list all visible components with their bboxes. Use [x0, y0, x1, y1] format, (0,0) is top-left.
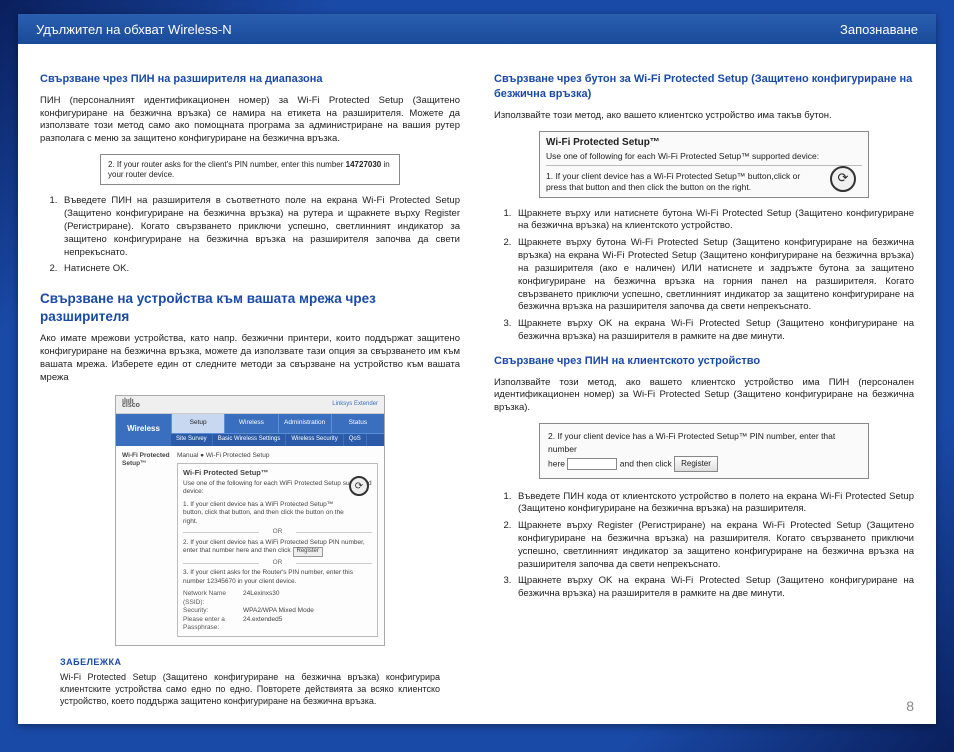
- net-name-label: Network Name (SSID):: [183, 590, 243, 607]
- figure-wps-box: Wi-Fi Protected Setup™ Use one of follow…: [539, 131, 869, 198]
- list-item: Щракнете върху Register (Регистриране) н…: [514, 520, 914, 571]
- security-label: Security:: [183, 607, 243, 615]
- header-left: Удължител на обхват Wireless-N: [36, 22, 232, 37]
- wps-section: Wi-Fi Protected Setup™ Use one of the fo…: [177, 463, 378, 637]
- cisco-logo: ılıılıcisco: [122, 400, 140, 408]
- note-text: Wi-Fi Protected Setup (Защитено конфигур…: [60, 671, 440, 707]
- or-divider: OR: [183, 559, 372, 567]
- list-item: Щракнете върху OK на екрана Wi-Fi Protec…: [514, 575, 914, 601]
- right-ol1: Щракнете върху или натиснете бутона Wi-F…: [494, 208, 914, 344]
- wps-line2: 2. If your client device has a WiFi Prot…: [183, 539, 372, 557]
- router-topbar: ılıılıcisco Linksys Extender: [116, 396, 384, 414]
- tab-side-label: Wireless: [116, 414, 171, 446]
- register-button: Register: [293, 547, 323, 557]
- header-right: Запознаване: [840, 22, 918, 37]
- register-button[interactable]: Register: [674, 456, 718, 472]
- fig-pin-line1: 2. If your client device has a Wi-Fi Pro…: [548, 431, 835, 454]
- tab-status: Status: [331, 414, 384, 433]
- wps-button-icon: ⟳: [830, 166, 856, 192]
- list-item: Въведете ПИН кода от клиентското устройс…: [514, 491, 914, 517]
- fig-pin-here: here: [548, 458, 565, 468]
- subtab: Site Survey: [171, 434, 213, 446]
- list-item: Натиснете OK.: [60, 263, 460, 276]
- right-ol2: Въведете ПИН кода от клиентското устройс…: [494, 491, 914, 602]
- right-sec1-para: Използвайте този метод, ако вашето клиен…: [494, 110, 914, 123]
- wps-line1: 1. If your client device has a WiFi Prot…: [183, 501, 372, 526]
- figure-router-ui: ılıılıcisco Linksys Extender Wireless Se…: [115, 395, 385, 647]
- subtab: Basic Wireless Settings: [213, 434, 287, 446]
- wps-line3: 3. If your client asks for the Router's …: [183, 569, 372, 586]
- subtab: Wireless Security: [286, 434, 343, 446]
- tab-setup: Setup: [171, 414, 224, 433]
- list-item: Щракнете върху или натиснете бутона Wi-F…: [514, 208, 914, 234]
- right-sec2-title: Свързване чрез ПИН на клиентското устрой…: [494, 354, 914, 369]
- left-column: Свързване чрез ПИН на разширителя на диа…: [40, 72, 460, 707]
- pin-input[interactable]: [567, 458, 617, 470]
- passphrase-label: Please enter a Passphrase:: [183, 616, 243, 633]
- wps-title: Wi-Fi Protected Setup™: [183, 468, 372, 478]
- wps-button-icon: ⟳: [349, 476, 369, 496]
- tab-wireless: Wireless: [224, 414, 277, 433]
- page-number: 8: [906, 698, 914, 714]
- left-sec1-title: Свързване чрез ПИН на разширителя на диа…: [40, 72, 460, 87]
- right-sec2-para: Използвайте този метод, ако вашето клиен…: [494, 377, 914, 415]
- figure-pin-box: 2. If your router asks for the client's …: [100, 154, 400, 185]
- list-item: Щракнете върху бутона Wi-Fi Protected Se…: [514, 237, 914, 314]
- router-radio: Manual ● Wi-Fi Protected Setup: [177, 452, 269, 459]
- security-value: WPA2/WPA Mixed Mode: [243, 607, 314, 615]
- router-side-wps: Wi-Fi Protected Setup™: [122, 452, 177, 638]
- passphrase-value: 24.extended5: [243, 616, 282, 633]
- fig-pin-line2: and then click: [620, 458, 672, 468]
- right-sec1-title: Свързване чрез бутон за Wi-Fi Protected …: [494, 72, 914, 102]
- fig1-pin: 14727030: [346, 160, 382, 169]
- tab-admin: Administration: [278, 414, 331, 433]
- document-page: Удължител на обхват Wireless-N Запознава…: [18, 14, 936, 724]
- right-column: Свързване чрез бутон за Wi-Fi Protected …: [494, 72, 914, 707]
- left-sec1-para: ПИН (персоналният идентификационен номер…: [40, 95, 460, 146]
- content-columns: Свързване чрез ПИН на разширителя на диа…: [18, 44, 936, 715]
- list-item: Въведете ПИН на разширителя в съответнот…: [60, 195, 460, 259]
- left-sec2-title: Свързване на устройства към вашата мрежа…: [40, 290, 460, 325]
- wps-sub: Use one of the following for each WiFi P…: [183, 480, 372, 495]
- router-brand2: Linksys Extender: [332, 400, 378, 408]
- fig-wps-title: Wi-Fi Protected Setup™: [546, 136, 862, 149]
- network-info: Network Name (SSID):24Lexinxs30 Security…: [183, 590, 372, 632]
- router-body: Wi-Fi Protected Setup™ Manual ● Wi-Fi Pr…: [116, 446, 384, 646]
- left-sec2-para: Ако имате мрежови устройства, като напр.…: [40, 333, 460, 384]
- left-ol1: Въведете ПИН на разширителя в съответнот…: [40, 195, 460, 276]
- net-name-value: 24Lexinxs30: [243, 590, 280, 607]
- note-label: ЗАБЕЛЕЖКА: [60, 656, 460, 668]
- list-item: Щракнете върху OK на екрана Wi-Fi Protec…: [514, 318, 914, 344]
- or-divider: OR: [183, 528, 372, 536]
- fig-wps-sub: Use one of following for each Wi-Fi Prot…: [546, 151, 862, 166]
- router-tabs: Wireless Setup Wireless Administration S…: [116, 414, 384, 446]
- page-header: Удължител на обхват Wireless-N Запознава…: [18, 14, 936, 44]
- fig1-text-a: 2. If your router asks for the client's …: [108, 160, 346, 169]
- subtab: QoS: [344, 434, 367, 446]
- figure-pin-entry: 2. If your client device has a Wi-Fi Pro…: [539, 423, 869, 479]
- fig-wps-text: 1. If your client device has a Wi-Fi Pro…: [546, 171, 862, 193]
